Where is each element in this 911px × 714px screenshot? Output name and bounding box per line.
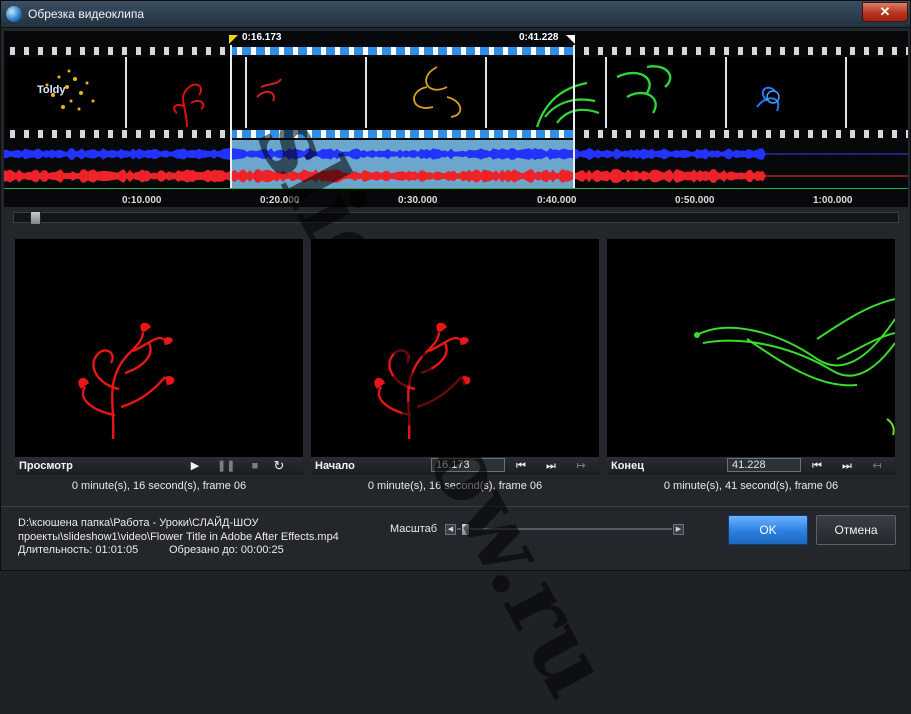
selection-start-line[interactable]: [230, 45, 232, 188]
selection-band-bottom: [231, 130, 574, 138]
go-last-icon[interactable]: ⏭: [839, 459, 855, 473]
scale-slider[interactable]: ◀ ▶: [445, 523, 684, 536]
start-timecode-field[interactable]: [431, 458, 505, 472]
frame-thumbnail: [847, 57, 908, 128]
scale-increase-icon[interactable]: ▶: [673, 524, 684, 535]
start-panel: Начало ⏮ ⏭ ↦ 0 minute(s), 16 second(s), …: [311, 239, 599, 497]
frame-thumbnail: [727, 57, 847, 128]
scale-decrease-icon[interactable]: ◀: [445, 524, 456, 535]
selection-end-time: 0:41.228: [519, 32, 559, 43]
end-label: Конец: [611, 460, 644, 472]
frame-thumbnail: [487, 57, 607, 128]
pause-icon[interactable]: ❚❚: [217, 459, 235, 473]
ok-button[interactable]: OK: [728, 515, 808, 545]
file-path-line: D:\ксюшена папка\Работа - Уроки\СЛАЙД-ШО…: [18, 517, 259, 529]
frame-thumbnail: [247, 57, 367, 128]
end-frame-info: 0 minute(s), 41 second(s), frame 06: [663, 480, 839, 492]
set-end-icon[interactable]: ↤: [869, 459, 885, 473]
green-swirl-image: [694, 298, 895, 436]
cancel-button[interactable]: Отмена: [816, 515, 896, 545]
preview-label: Просмотр: [19, 460, 73, 472]
preview-frame-info: 0 minute(s), 16 second(s), frame 06: [71, 480, 247, 492]
film-frames: Toldy: [4, 57, 908, 128]
end-timecode-field[interactable]: [727, 458, 801, 472]
preview-screen: [15, 239, 303, 457]
trim-video-dialog: Обрезка видеоклипа ✕ 0:16.173 0:41.228 T…: [0, 0, 911, 714]
ruler-tick-label: 1:00.000: [813, 195, 853, 206]
ruler-tick-label: 0:40.000: [537, 195, 577, 206]
ruler-tick-label: 0:30.000: [398, 195, 438, 206]
start-controls-bar: Начало ⏮ ⏭ ↦: [311, 457, 599, 475]
start-frame-screen: [311, 239, 599, 457]
timeline-scrollbar[interactable]: [13, 211, 899, 225]
file-path: D:\ксюшена папка\Работа - Уроки\СЛАЙД-ШО…: [18, 516, 358, 544]
red-flower-image: [374, 322, 471, 440]
play-icon[interactable]: ▶: [187, 459, 203, 473]
set-start-icon[interactable]: ↦: [573, 459, 589, 473]
end-frame-screen: [607, 239, 895, 457]
sparkle-thumbnail-icon: Toldy: [37, 69, 95, 111]
go-next-icon[interactable]: ⏭: [543, 459, 559, 473]
ruler-tick-label: 0:20.000: [260, 195, 300, 206]
selection-end-line[interactable]: [573, 45, 575, 188]
close-button[interactable]: ✕: [862, 2, 908, 22]
preview-controls-bar: Просмотр ▶ ❚❚ ■ ↻: [15, 457, 303, 475]
red-flower-image: [78, 322, 175, 440]
timeline-scrollbar-thumb[interactable]: [30, 211, 41, 225]
stop-icon[interactable]: ■: [247, 459, 263, 473]
frame-thumb-text: Toldy: [37, 84, 66, 96]
frame-thumbnail: [127, 57, 247, 128]
app-globe-icon: [6, 6, 22, 22]
scale-slider-thumb[interactable]: [461, 523, 471, 536]
time-ruler: 0:10.000 0:20.000 0:30.000 0:40.000 0:50…: [4, 188, 908, 208]
selection-band-top: [231, 47, 574, 55]
end-marker-flag-icon[interactable]: [566, 35, 575, 44]
start-label: Начало: [315, 460, 355, 472]
end-panel: Конец ⏮ ⏭ ↤ 0 minute(s), 41 second(s), f…: [607, 239, 895, 497]
scale-label: Масштаб: [390, 523, 438, 535]
audio-waveform: [4, 140, 908, 188]
bottom-separator: [1, 506, 910, 507]
scale-slider-track[interactable]: [457, 528, 672, 530]
loop-icon[interactable]: ↻: [271, 459, 287, 473]
timeline-strip[interactable]: 0:16.173 0:41.228 Toldy 0:10.000 0:20.00…: [4, 31, 908, 207]
file-path-line: проекты\slideshow1\video\Flower Title in…: [18, 531, 339, 543]
frame-thumbnail: [607, 57, 727, 128]
go-first-icon[interactable]: ⏮: [513, 459, 529, 473]
start-frame-info: 0 minute(s), 16 second(s), frame 06: [367, 480, 543, 492]
frame-thumbnail: [367, 57, 487, 128]
title-bar: Обрезка видеоклипа ✕: [1, 1, 910, 28]
ruler-tick-label: 0:50.000: [675, 195, 715, 206]
selection-start-time: 0:16.173: [242, 32, 282, 43]
go-prev-icon[interactable]: ⏮: [809, 459, 825, 473]
trimmed-label: Обрезано до: 00:00:25: [169, 544, 284, 556]
preview-panel: Просмотр ▶ ❚❚ ■ ↻ 0 minute(s), 16 second…: [15, 239, 303, 497]
start-marker-flag-icon[interactable]: [229, 35, 238, 44]
frame-thumbnail: Toldy: [7, 57, 127, 128]
ruler-tick-label: 0:10.000: [122, 195, 162, 206]
window-title: Обрезка видеоклипа: [28, 7, 145, 21]
end-controls-bar: Конец ⏮ ⏭ ↤: [607, 457, 895, 475]
duration-label: Длительность: 01:01:05: [18, 544, 139, 556]
